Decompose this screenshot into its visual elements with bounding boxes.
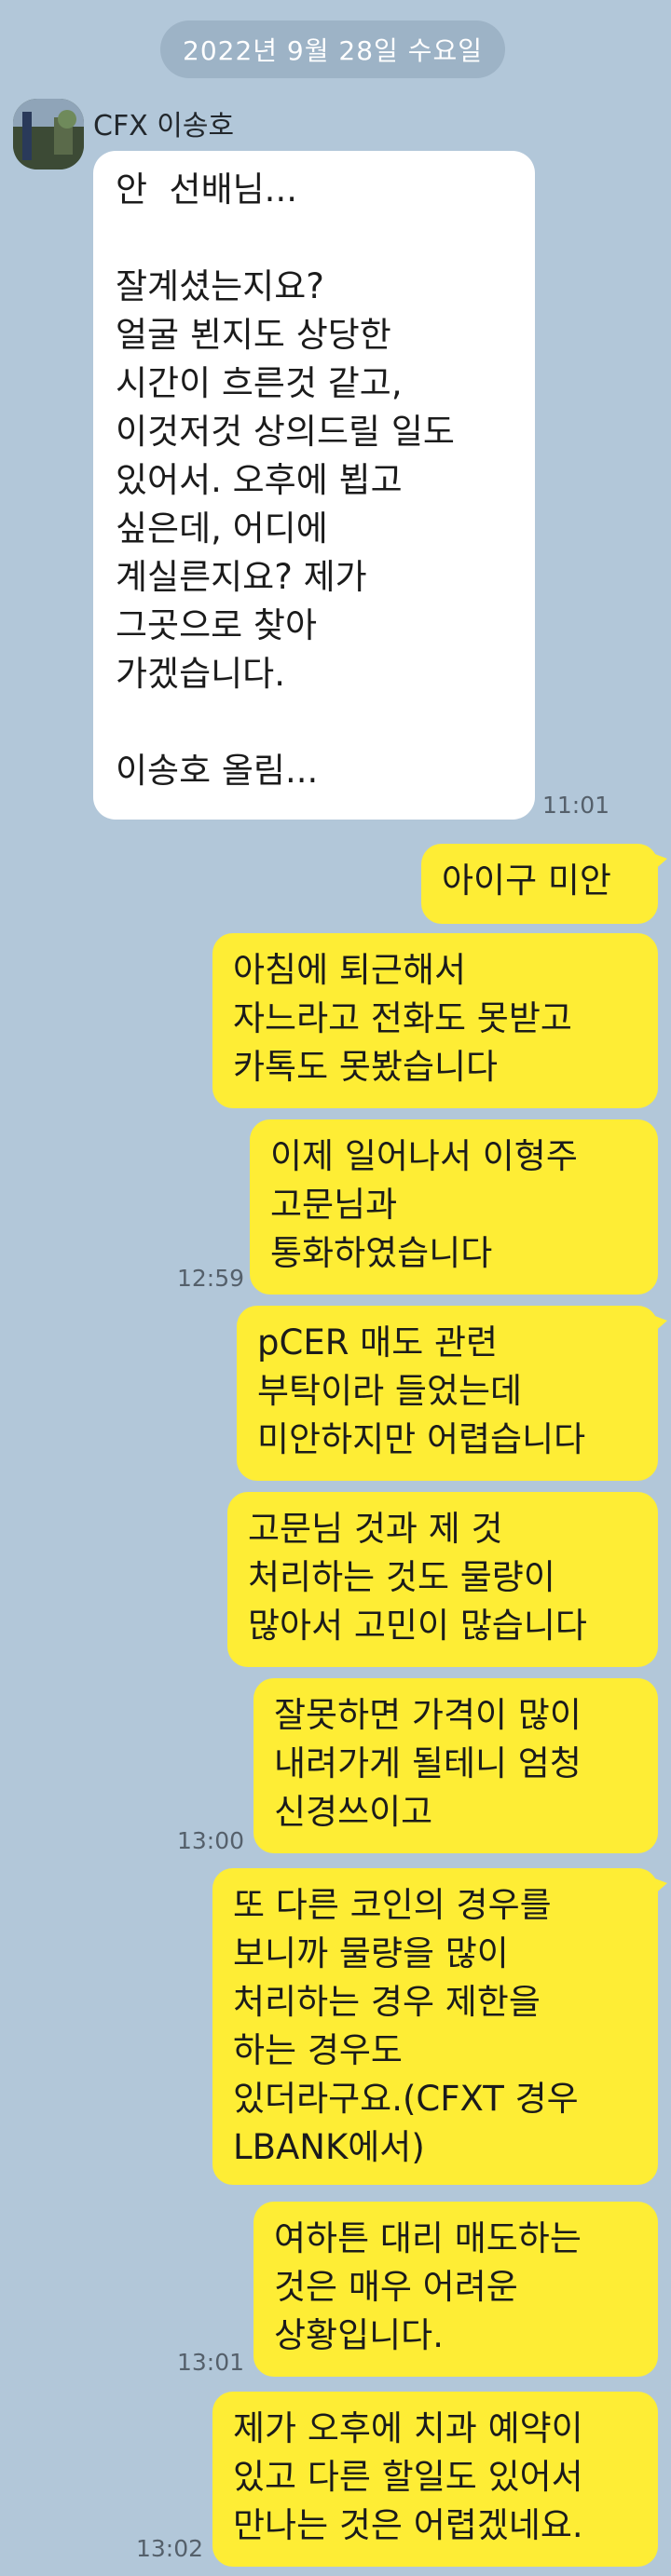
outgoing-message-bubble[interactable]: 잘못하면 가격이 많이 내려가게 될테니 엄청 신경쓰이고 [253, 1678, 658, 1853]
outgoing-message-bubble[interactable]: 고문님 것과 제 것 처리하는 것도 물량이 많아서 고민이 많습니다 [227, 1492, 658, 1667]
sender-avatar[interactable] [13, 99, 84, 169]
message-time: 13:02 [136, 2535, 204, 2562]
date-divider: 2022년 9월 28일 수요일 [160, 20, 505, 78]
outgoing-message-bubble[interactable]: 또 다른 코인의 경우를 보니까 물량을 많이 처리하는 경우 제한을 하는 경… [212, 1868, 667, 2185]
incoming-message-bubble[interactable]: 안 선배님... 잘계셨는지요? 얼굴 뵌지도 상당한 시간이 흐른것 같고, … [93, 151, 535, 820]
outgoing-message-bubble[interactable]: 제가 오후에 치과 예약이 있고 다른 할일도 있어서 만나는 것은 어렵겠네요… [212, 2392, 658, 2567]
outgoing-message-bubble[interactable]: pCER 매도 관련 부탁이라 들었는데 미안하지만 어렵습니다 [237, 1306, 667, 1481]
avatar-image [13, 99, 84, 169]
outgoing-message-bubble[interactable]: 여하튼 대리 매도하는 것은 매우 어려운 상황입니다. [253, 2202, 658, 2377]
message-time: 12:59 [177, 1265, 245, 1292]
outgoing-message-bubble[interactable]: 이제 일어나서 이형주 고문님과 통화하였습니다 [250, 1119, 658, 1295]
message-time: 13:01 [177, 2349, 245, 2376]
message-time: 13:00 [177, 1827, 245, 1854]
outgoing-message-bubble[interactable]: 아침에 퇴근해서 자느라고 전화도 못받고 카톡도 못봤습니다 [212, 933, 658, 1108]
sender-name: CFX 이송호 [93, 110, 235, 142]
message-time: 11:01 [542, 792, 610, 819]
outgoing-message-bubble[interactable]: 아이구 미안 [421, 844, 667, 924]
